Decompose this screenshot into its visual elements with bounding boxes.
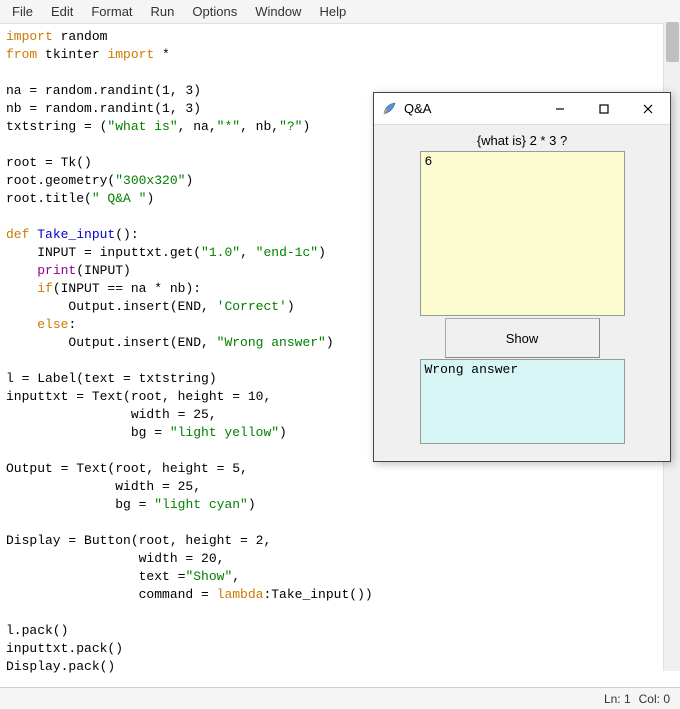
qa-question-label: {what is} 2 * 3 ?	[477, 133, 567, 148]
statusbar: Ln: 1 Col: 0	[0, 687, 680, 709]
maximize-button[interactable]	[582, 93, 626, 124]
status-col: Col: 0	[639, 692, 670, 706]
minimize-button[interactable]	[538, 93, 582, 124]
menu-help[interactable]: Help	[311, 2, 354, 21]
scrollbar-thumb[interactable]	[666, 22, 679, 62]
qa-body: {what is} 2 * 3 ? 6 Show Wrong answer	[374, 125, 670, 452]
qa-output-text[interactable]: Wrong answer	[420, 359, 625, 444]
menubar: File Edit Format Run Options Window Help	[0, 0, 680, 24]
qa-titlebar[interactable]: Q&A	[374, 93, 670, 125]
menu-run[interactable]: Run	[143, 2, 183, 21]
menu-options[interactable]: Options	[184, 2, 245, 21]
menu-format[interactable]: Format	[83, 2, 140, 21]
qa-title: Q&A	[404, 101, 538, 116]
qa-input-text[interactable]: 6	[420, 151, 625, 316]
menu-edit[interactable]: Edit	[43, 2, 81, 21]
feather-icon	[380, 100, 398, 118]
status-line: Ln: 1	[604, 692, 631, 706]
close-button[interactable]	[626, 93, 670, 124]
menu-window[interactable]: Window	[247, 2, 309, 21]
show-button[interactable]: Show	[445, 318, 600, 358]
qa-window: Q&A {what is} 2 * 3 ? 6 Show Wrong answe…	[373, 92, 671, 462]
menu-file[interactable]: File	[4, 2, 41, 21]
